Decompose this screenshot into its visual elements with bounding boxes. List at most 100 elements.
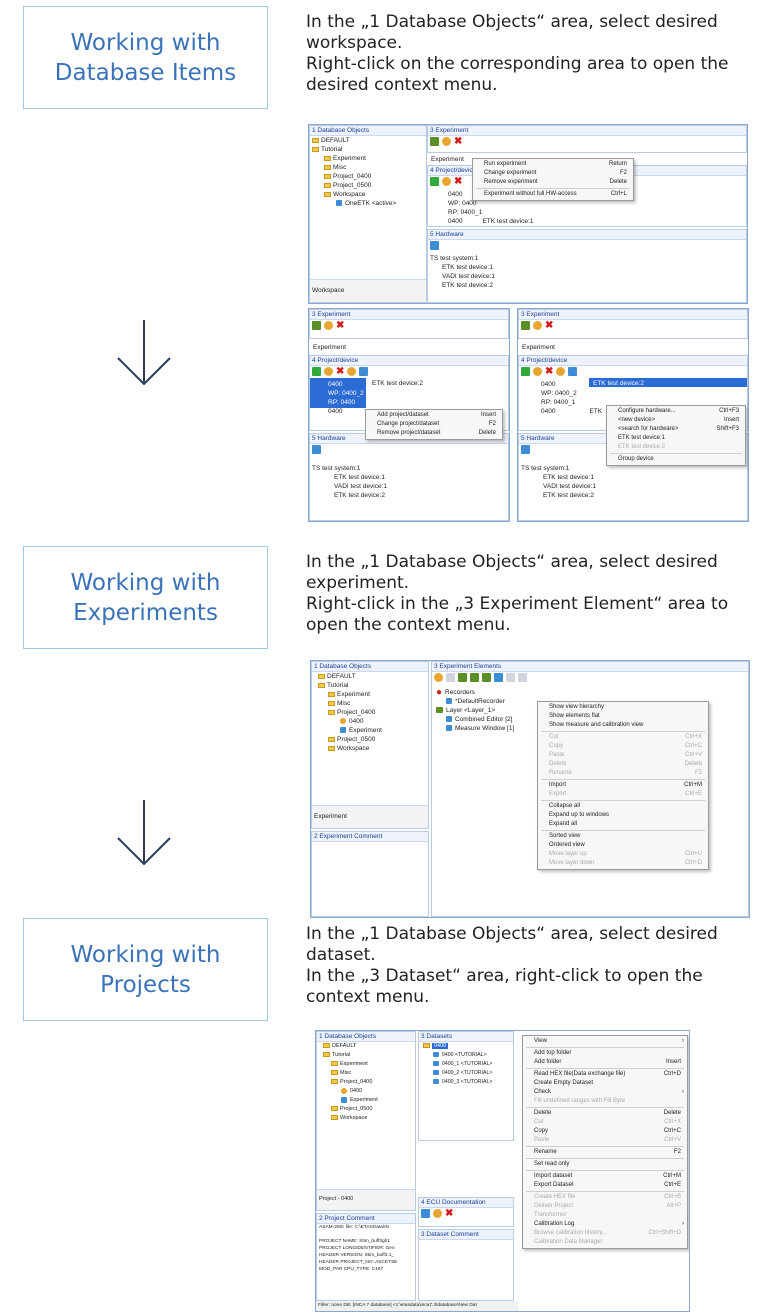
refresh-icon[interactable] [324,321,333,330]
hardware-item[interactable]: TS test system:1 [428,254,746,263]
menu-item-create-empty-dataset[interactable]: Create Empty Dataset [523,1079,687,1088]
hardware-item[interactable]: ETK test device:1 [428,263,746,272]
tree-item[interactable]: Experiment [312,690,428,699]
menu-item-expand-windows[interactable]: Expand up to windows [538,811,708,820]
menu-item-change-experiment[interactable]: Change experiment F2 [473,169,633,178]
tree-item[interactable]: Misc [310,163,426,172]
menu-item-ordered-view[interactable]: Ordered view [538,841,708,850]
refresh-icon[interactable] [533,367,542,376]
menu-item-add-top-folder[interactable]: Add top folder [523,1049,687,1058]
menu-item-search-hardware[interactable]: <search for hardware> Shift+F3 [607,425,745,434]
tree-item[interactable]: DEFAULT [312,672,428,681]
remove-icon[interactable]: ✖ [454,137,462,147]
element-item[interactable]: ● Recorders [432,688,748,698]
tree-item[interactable]: Workspace [312,744,428,753]
remove-icon[interactable]: ✖ [336,367,344,377]
menu-item-show-flat[interactable]: Show elements flat [538,712,708,721]
tree-item[interactable]: Project_0500 [310,181,426,190]
hardware-icon[interactable] [430,241,439,250]
tree-item[interactable]: Project_0400 [310,172,426,181]
record-icon[interactable] [434,673,443,682]
menu-item-add-folder[interactable]: Add folder Insert [523,1058,687,1067]
device-label[interactable]: ETK test device:2 [591,379,644,388]
dataset-item[interactable]: 0400_3 <TUTORIAL> [419,1078,513,1087]
experiment-icon[interactable] [312,321,321,330]
hardware-icon[interactable] [521,445,530,454]
menu-item-add-project[interactable]: Add project/dataset Insert [366,411,502,420]
menu-item-delete[interactable]: Delete Delete [523,1109,687,1118]
remove-icon[interactable]: ✖ [454,177,462,187]
tree-item[interactable]: Workspace [310,190,426,199]
hardware-item[interactable]: VADI test device:1 [519,482,747,491]
tree-item[interactable]: 0400 [312,717,428,726]
tree-item[interactable]: Tutorial [317,1051,415,1060]
layout-icon[interactable] [482,673,491,682]
refresh-icon[interactable] [324,367,333,376]
menu-item-sorted-view[interactable]: Sorted view [538,832,708,841]
layout-icon[interactable] [458,673,467,682]
tree-item[interactable]: Project_0400 [317,1078,415,1087]
menu-item-import-dataset[interactable]: Import dataset Ctrl+M [523,1172,687,1181]
sort-icon[interactable] [494,673,503,682]
menu-item-check[interactable]: Check [523,1088,687,1097]
project-row[interactable]: WP: 0400_2 [310,389,508,398]
tree-item[interactable]: Misc [312,699,428,708]
hardware-item[interactable]: ETK test device:2 [428,281,746,290]
hardware-item[interactable]: ETK test device:1 [519,473,747,482]
menu-item-expand-all[interactable]: Expand all [538,820,708,829]
hardware-item[interactable]: VADI test device:1 [310,482,508,491]
tool-icon[interactable] [446,673,455,682]
menu-item-set-read-only[interactable]: Set read only [523,1160,687,1169]
menu-item-read-hex[interactable]: Read HEX file(Data exchange file) Ctrl+D [523,1070,687,1079]
refresh-icon[interactable] [433,1209,442,1218]
document-icon[interactable] [421,1209,430,1218]
add-icon[interactable] [521,367,530,376]
project-row[interactable]: 0400 ETK test device:1 [428,217,746,226]
refresh-icon[interactable] [442,177,451,186]
menu-item-configure-hardware[interactable]: Configure hardware... Ctrl+F3 [607,407,745,416]
project-row[interactable]: RP: 0400 [310,398,508,407]
refresh-icon[interactable] [556,367,566,376]
device-label[interactable]: ETK test device:2 [370,379,423,388]
menu-item-collapse-all[interactable]: Collapse all [538,802,708,811]
layout-icon[interactable] [470,673,479,682]
search-icon[interactable] [359,367,369,376]
refresh-icon[interactable] [442,137,451,146]
tree-item[interactable]: Project_0500 [317,1105,415,1114]
tree-item[interactable]: DEFAULT [310,136,426,145]
menu-item-etk-device-1[interactable]: ETK test device:1 [607,434,745,443]
remove-icon[interactable]: ✖ [336,321,344,331]
experiment-icon[interactable] [521,321,530,330]
menu-item-experiment-without-hw[interactable]: Experiment without full HW-access Ctrl+L [473,190,633,199]
menu-item-change-project[interactable]: Change project/dataset F2 [366,420,502,429]
window-icon[interactable] [506,673,515,682]
refresh-icon[interactable] [533,321,542,330]
tree-item[interactable]: Experiment [312,726,428,735]
menu-item-run-experiment[interactable]: Run experiment Return [473,160,633,169]
menu-item-group-device[interactable]: Group device [607,455,745,464]
search-icon[interactable] [568,367,578,376]
hardware-item[interactable]: VADI test device:1 [428,272,746,281]
tree-item[interactable]: 0400 [317,1087,415,1096]
tree-item-active[interactable]: OneETK <active> [310,199,426,208]
tree-item[interactable]: DEFAULT [317,1042,415,1051]
remove-icon[interactable]: ✖ [545,367,553,377]
dataset-item[interactable]: 0400_2 <TUTORIAL> [419,1069,513,1078]
dataset-item[interactable]: 0400_1 <TUTORIAL> [419,1060,513,1069]
tree-item[interactable]: Experiment [310,154,426,163]
hardware-item[interactable]: ETK test device:2 [310,491,508,500]
refresh-icon[interactable] [347,367,357,376]
project-row[interactable]: RP: 0400_1 [428,208,746,217]
project-row[interactable]: WP: 0400_2 [519,389,747,398]
hardware-item[interactable]: TS test system:1 [310,464,508,473]
menu-item-new-device[interactable]: <new device> Insert [607,416,745,425]
tree-item[interactable]: Project_0400 [312,708,428,717]
hardware-item[interactable]: ETK test device:2 [519,491,747,500]
menu-item-view[interactable]: View [523,1037,687,1046]
remove-icon[interactable]: ✖ [545,321,553,331]
tree-item[interactable]: Misc [317,1069,415,1078]
dataset-item[interactable]: 0400 [419,1042,513,1051]
tree-item[interactable]: Tutorial [310,145,426,154]
hardware-item[interactable]: ETK test device:1 [310,473,508,482]
tree-item[interactable]: Workspace [317,1114,415,1123]
